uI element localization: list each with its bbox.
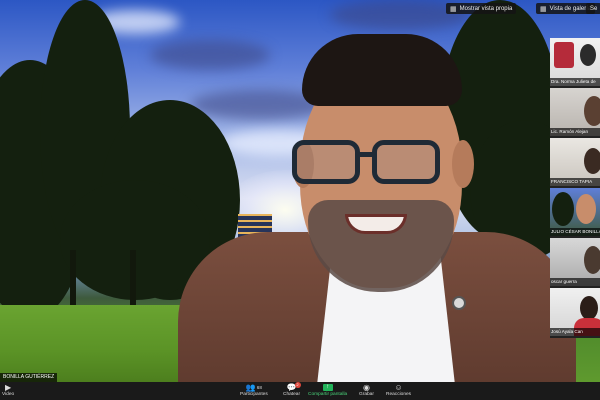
record-icon: ◉	[362, 383, 370, 392]
participants-count: 68	[256, 385, 262, 390]
participant-tile[interactable]: Lic. Ramón Alejan	[550, 88, 600, 136]
avatar	[576, 194, 596, 224]
participant-name: Lic. Ramón Alejan	[550, 128, 600, 136]
reactions-label: Reacciones	[386, 392, 412, 397]
lapel-pin	[452, 296, 466, 310]
participant-name: Josú Ayala Can	[550, 328, 600, 336]
active-speaker-video[interactable]	[0, 0, 600, 382]
chat-label: Chatear	[283, 392, 301, 397]
active-speaker-name: BONILLA GUTIÉRREZ	[0, 373, 58, 382]
share-screen-label: Compartir pantalla	[308, 392, 348, 397]
settings-label: Se	[590, 5, 598, 12]
zoom-meeting-window: ▦ Mostrar vista propia ▦ Vista de galerí…	[0, 0, 600, 400]
participant-tile[interactable]: Dra. Norma Julieta de	[550, 38, 600, 86]
participant-name: JULIO CÉSAR BONILLA	[550, 228, 600, 236]
people-icon: 👥68	[245, 383, 262, 392]
share-screen-button[interactable]: ↑ Compartir pantalla	[308, 383, 347, 398]
participant-tile[interactable]: FRANCISCO TAPIA	[550, 138, 600, 186]
participants-button[interactable]: 👥68 Participantes	[240, 383, 268, 398]
chat-icon: 💬 2	[286, 382, 301, 392]
participant-tile-active-speaker[interactable]: JULIO CÉSAR BONILLA	[550, 188, 600, 236]
avatar	[584, 96, 600, 126]
record-label: Grabar	[359, 392, 374, 397]
participant-tile[interactable]: oscar guerra	[550, 238, 600, 286]
meeting-toolbar: ▶ Video 👥68 Participantes 💬 2 Chatear ↑ C…	[0, 382, 600, 400]
tree-thumbnail	[552, 192, 574, 226]
participant-name: FRANCISCO TAPIA	[550, 178, 600, 186]
show-own-view-label: Mostrar vista propia	[459, 5, 513, 12]
show-own-view-button[interactable]: ▦ Mostrar vista propia	[446, 3, 517, 14]
camera-icon: ▶	[5, 383, 12, 392]
participant-tile[interactable]: Josú Ayala Can	[550, 288, 600, 336]
grid-icon: ▦	[450, 5, 457, 13]
participant-strip: Dra. Norma Julieta de Lic. Ramón Alejan …	[550, 38, 600, 338]
record-button[interactable]: ◉ Grabar	[359, 383, 374, 398]
chat-button[interactable]: 💬 2 Chatear	[283, 382, 301, 398]
settings-button[interactable]: Se	[586, 3, 600, 14]
grid-icon: ▦	[540, 5, 547, 13]
participant-name: oscar guerra	[550, 278, 600, 286]
participant-name: Dra. Norma Julieta de	[550, 78, 600, 86]
avatar	[584, 246, 600, 274]
smiley-icon: ☺	[394, 383, 403, 392]
banner-image	[554, 42, 574, 68]
avatar	[580, 44, 596, 66]
gallery-view-label: Vista de galería	[549, 5, 592, 12]
avatar	[584, 148, 600, 174]
video-label: Video	[2, 392, 15, 397]
participants-label: Participantes	[240, 392, 268, 397]
reactions-button[interactable]: ☺ Reacciones	[386, 383, 411, 398]
video-button[interactable]: ▶ Video	[2, 383, 14, 398]
share-screen-icon: ↑	[322, 384, 333, 391]
avatar	[580, 296, 598, 320]
chat-badge: 2	[294, 382, 301, 388]
